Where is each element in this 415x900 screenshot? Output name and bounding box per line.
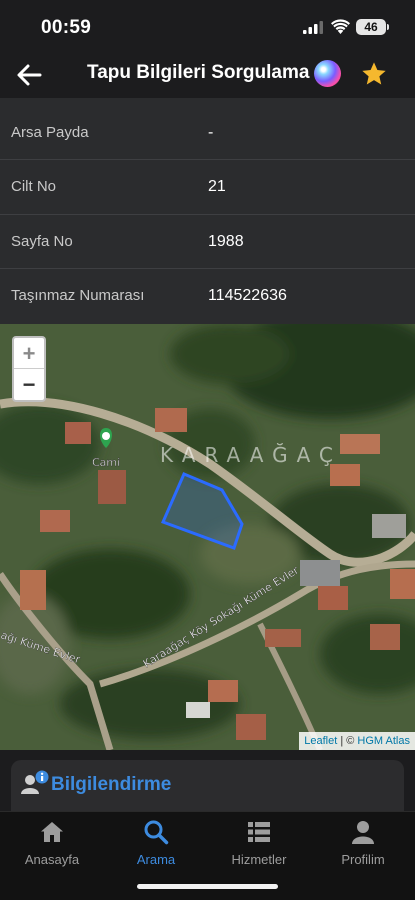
detail-label: Taşınmaz Numarası [11, 287, 145, 304]
satellite-map[interactable]: KARAAĞAÇ Cami Karaağaç Köy Sokağı Küme E… [0, 324, 415, 750]
navigation-bar: Tapu Bilgileri Sorgulama [0, 52, 415, 98]
cellular-signal-icon [303, 21, 323, 34]
satellite-imagery: KARAAĞAÇ Cami Karaağaç Köy Sokağı Küme E… [0, 324, 415, 750]
tab-hizmetler[interactable]: Hizmetler [207, 819, 311, 867]
person-icon [352, 821, 374, 844]
status-bar: 00:59 46 [0, 0, 415, 52]
detail-row-cilt-no: Cilt No 21 [0, 160, 415, 215]
zoom-in-button[interactable]: + [14, 338, 44, 369]
village-label: KARAAĞAÇ [160, 443, 342, 467]
detail-label: Cilt No [11, 178, 57, 195]
favorite-star-icon[interactable] [360, 60, 388, 88]
tab-arama[interactable]: Arama [104, 819, 208, 867]
info-title: Bilgilendirme [51, 774, 172, 795]
user-info-icon [21, 770, 49, 794]
back-arrow-icon[interactable] [14, 60, 44, 90]
detail-label: Sayfa No [11, 233, 73, 250]
search-icon [144, 820, 169, 845]
tab-label: Profilim [341, 852, 385, 867]
tab-label: Arama [136, 852, 176, 867]
hgm-atlas-link[interactable]: HGM Atlas [357, 735, 410, 747]
detail-value: 21 [208, 178, 226, 195]
parcel-details-table: Arsa Payda - Cilt No 21 Sayfa No 1988 Ta… [0, 98, 415, 324]
detail-row-tasinmaz-numarasi: Taşınmaz Numarası 114522636 [0, 269, 415, 324]
siri-icon[interactable] [314, 60, 341, 87]
status-time: 00:59 [41, 17, 92, 38]
leaflet-link[interactable]: Leaflet [304, 735, 337, 747]
zoom-out-button[interactable]: − [14, 369, 44, 400]
detail-value: 114522636 [208, 287, 287, 304]
detail-value: - [208, 124, 214, 141]
wifi-icon [331, 19, 350, 34]
tab-label: Anasayfa [24, 852, 80, 867]
battery-nub [387, 24, 389, 30]
detail-label: Arsa Payda [11, 124, 89, 141]
home-indicator [137, 884, 278, 889]
battery-indicator: 46 [356, 19, 386, 35]
tab-label: Hizmetler [231, 852, 287, 867]
poi-label-cami: Cami [92, 456, 120, 469]
detail-row-sayfa-no: Sayfa No 1988 [0, 215, 415, 269]
attribution-separator: | © [337, 735, 358, 747]
list-icon [248, 822, 270, 842]
tab-profilim[interactable]: Profilim [311, 819, 415, 867]
zoom-control: + − [12, 336, 46, 402]
home-icon [41, 822, 63, 842]
page-title: Tapu Bilgileri Sorgulama [87, 62, 310, 83]
detail-value: 1988 [208, 233, 244, 250]
detail-row-arsa-payda: Arsa Payda - [0, 98, 415, 160]
tab-anasayfa[interactable]: Anasayfa [0, 819, 104, 867]
map-attribution: Leaflet | © HGM Atlas [299, 732, 415, 750]
